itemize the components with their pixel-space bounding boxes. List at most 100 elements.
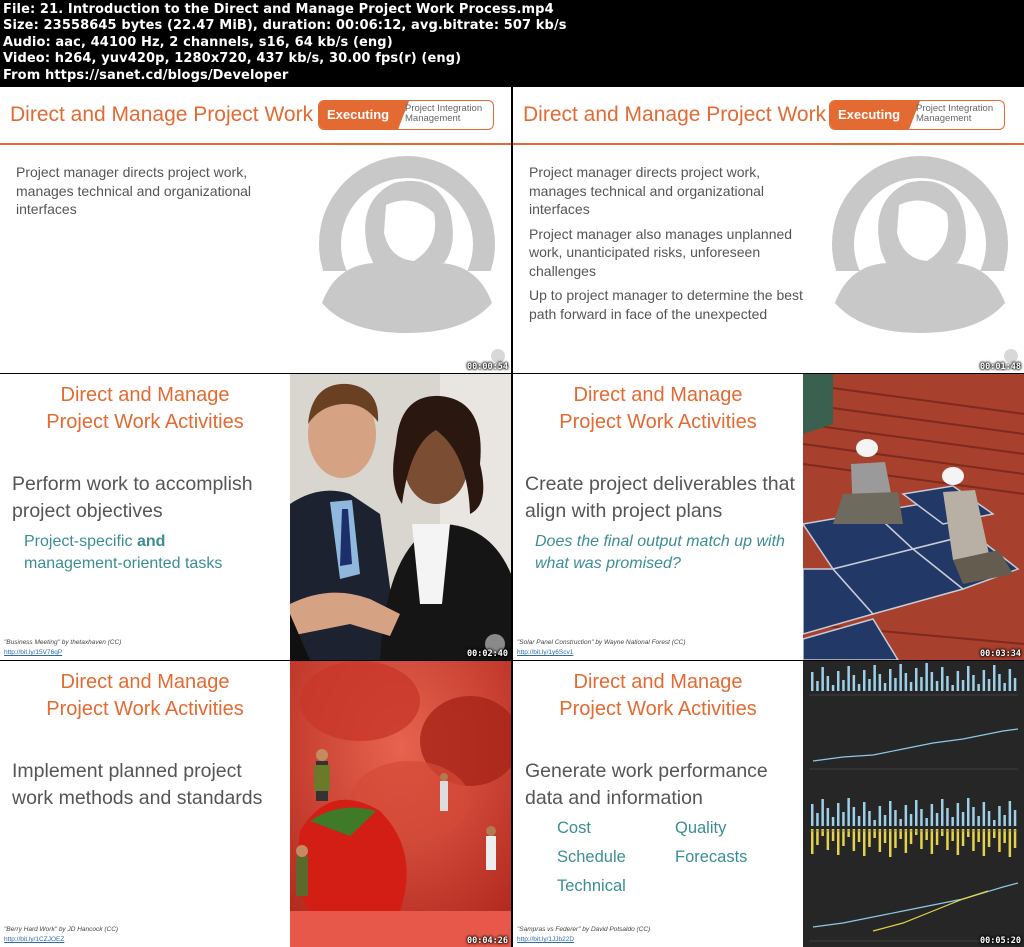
stats-bar [852, 807, 856, 826]
process-badge: Executing Project Integration Management [318, 100, 494, 130]
slide-title: Direct and Manage Project Work Activities [46, 671, 244, 720]
stats-bar [894, 829, 897, 848]
stats-bar [982, 802, 986, 826]
metric-technical: Technical [557, 877, 626, 895]
executing-label: Executing [830, 101, 920, 129]
stats-bar [857, 816, 861, 826]
stats-bar [915, 800, 918, 826]
size-line: Size: 23558645 bytes (22.47 MiB), durati… [3, 18, 567, 34]
stats-bar [982, 829, 986, 856]
stats-bar [899, 829, 902, 839]
thumbnail-5[interactable]: Direct and Manage Project Work Activities… [0, 661, 511, 947]
stats-bar [847, 829, 850, 837]
timestamp: 00:05:20 [980, 936, 1021, 946]
stats-bar [831, 685, 835, 691]
stats-bar [941, 799, 944, 826]
thumbnail-1[interactable]: Direct and Manage Project Work Executing… [0, 87, 511, 373]
thumbnail-3[interactable]: Direct and Manage Project Work Activities… [0, 374, 511, 660]
stats-bar [1008, 801, 1012, 826]
timestamp: 00:04:26 [467, 936, 508, 946]
slide-body: Project manager directs project work, ma… [529, 163, 819, 329]
audio-line: Audio: aac, 44100 Hz, 2 channels, s16, 6… [3, 34, 393, 50]
project-manager-avatar-icon [829, 156, 1011, 335]
video-line: Video: h264, yuv420p, 1280x720, 437 kb/s… [3, 51, 462, 67]
stats-bar [816, 813, 819, 826]
stats-bar [920, 809, 923, 826]
knowledge-area-label: Project Integration Management [916, 103, 994, 124]
stats-bar [935, 681, 939, 691]
stats-bar [946, 808, 949, 826]
timestamp: 00:00:54 [467, 362, 508, 372]
stats-bar [878, 829, 882, 852]
stats-bar [987, 679, 991, 691]
stats-bar [972, 807, 975, 826]
stats-bar [1003, 683, 1006, 691]
stats-bar [847, 666, 850, 691]
stats-bar [873, 820, 876, 826]
stats-bar [899, 664, 902, 691]
stats-bar [868, 679, 871, 691]
stats-bar [821, 799, 824, 826]
bullet-3: Up to project manager to determine the b… [529, 287, 803, 322]
stats-bar [826, 808, 830, 826]
stats-bar [883, 815, 887, 826]
photo-link[interactable]: http://bit.ly/15V76qP [4, 649, 62, 656]
stats-bar [951, 817, 954, 826]
stats-bar [998, 829, 1001, 852]
slide-main-text: Perform work to accomplish project objec… [12, 473, 253, 522]
stats-bar [904, 829, 908, 853]
stats-bar [982, 670, 986, 691]
stats-bar [925, 663, 928, 691]
project-manager-avatar-icon [316, 156, 498, 335]
stats-bar [993, 829, 996, 838]
slide-title: Direct and Manage Project Work Activities [46, 384, 244, 433]
berry-hard-work-photo [290, 661, 511, 947]
stats-bar [925, 818, 928, 826]
stats-bar [909, 682, 913, 691]
slide-title: Direct and Manage Project Work [10, 103, 314, 126]
stats-bar [920, 677, 923, 691]
stats-bar [956, 803, 960, 826]
stats-bar [863, 802, 866, 826]
stats-bar [904, 805, 908, 826]
knowledge-area-label: Project Integration Management [405, 103, 483, 124]
slide-body: Project manager directs project work, ma… [16, 163, 296, 225]
thumbnail-4[interactable]: Direct and Manage Project Work Activities… [513, 374, 1024, 660]
stats-bar [1013, 829, 1017, 848]
stats-bar [883, 683, 887, 691]
slide-title: Direct and Manage Project Work [523, 103, 827, 126]
stats-bar [904, 673, 908, 691]
stats-bar [821, 829, 824, 836]
bullet-1: Project manager directs project work, ma… [16, 164, 252, 217]
stats-bar [935, 829, 939, 845]
stats-bar [826, 829, 830, 850]
stats-bar [967, 798, 970, 826]
stats-bar [837, 671, 840, 691]
file-line: File: 21. Introduction to the Direct and… [3, 2, 554, 17]
thumbnail-6[interactable]: Direct and Manage Project Work Activities… [513, 661, 1024, 947]
photo-link[interactable]: http://bit.ly/1JJb22D [517, 936, 574, 943]
stats-bar [915, 668, 918, 691]
process-badge: Executing Project Integration Management [829, 100, 1005, 130]
stats-bar [811, 804, 814, 826]
photo-credit: "Berry Hard Work" by JD Hancock (CC) [4, 926, 119, 933]
stats-bar [935, 813, 939, 826]
stats-bar [826, 676, 830, 691]
slide-subtext: Project-specific and management-oriented … [24, 533, 223, 572]
stats-bar [873, 829, 876, 838]
metric-quality: Quality [675, 819, 727, 837]
photo-link[interactable]: http://bit.ly/1CZJOEZ [4, 936, 64, 943]
stats-bar [930, 829, 934, 854]
slide-main-text: Generate work performance data and infor… [525, 760, 768, 809]
stats-bar [961, 680, 965, 691]
thumbnail-2[interactable]: Direct and Manage Project Work Executing… [513, 87, 1024, 373]
photo-credit: "Solar Panel Construction" by Wayne Nati… [517, 639, 686, 646]
stats-bar [956, 829, 960, 855]
stats-bar [920, 829, 923, 849]
stats-bar [930, 804, 934, 826]
source-line: From https://sanet.cd/blogs/Developer [3, 67, 289, 83]
stats-bar [821, 667, 824, 691]
stats-bar [909, 814, 913, 826]
stats-bar [811, 672, 814, 691]
photo-link[interactable]: http://bit.ly/1y6Scv1 [517, 649, 573, 656]
